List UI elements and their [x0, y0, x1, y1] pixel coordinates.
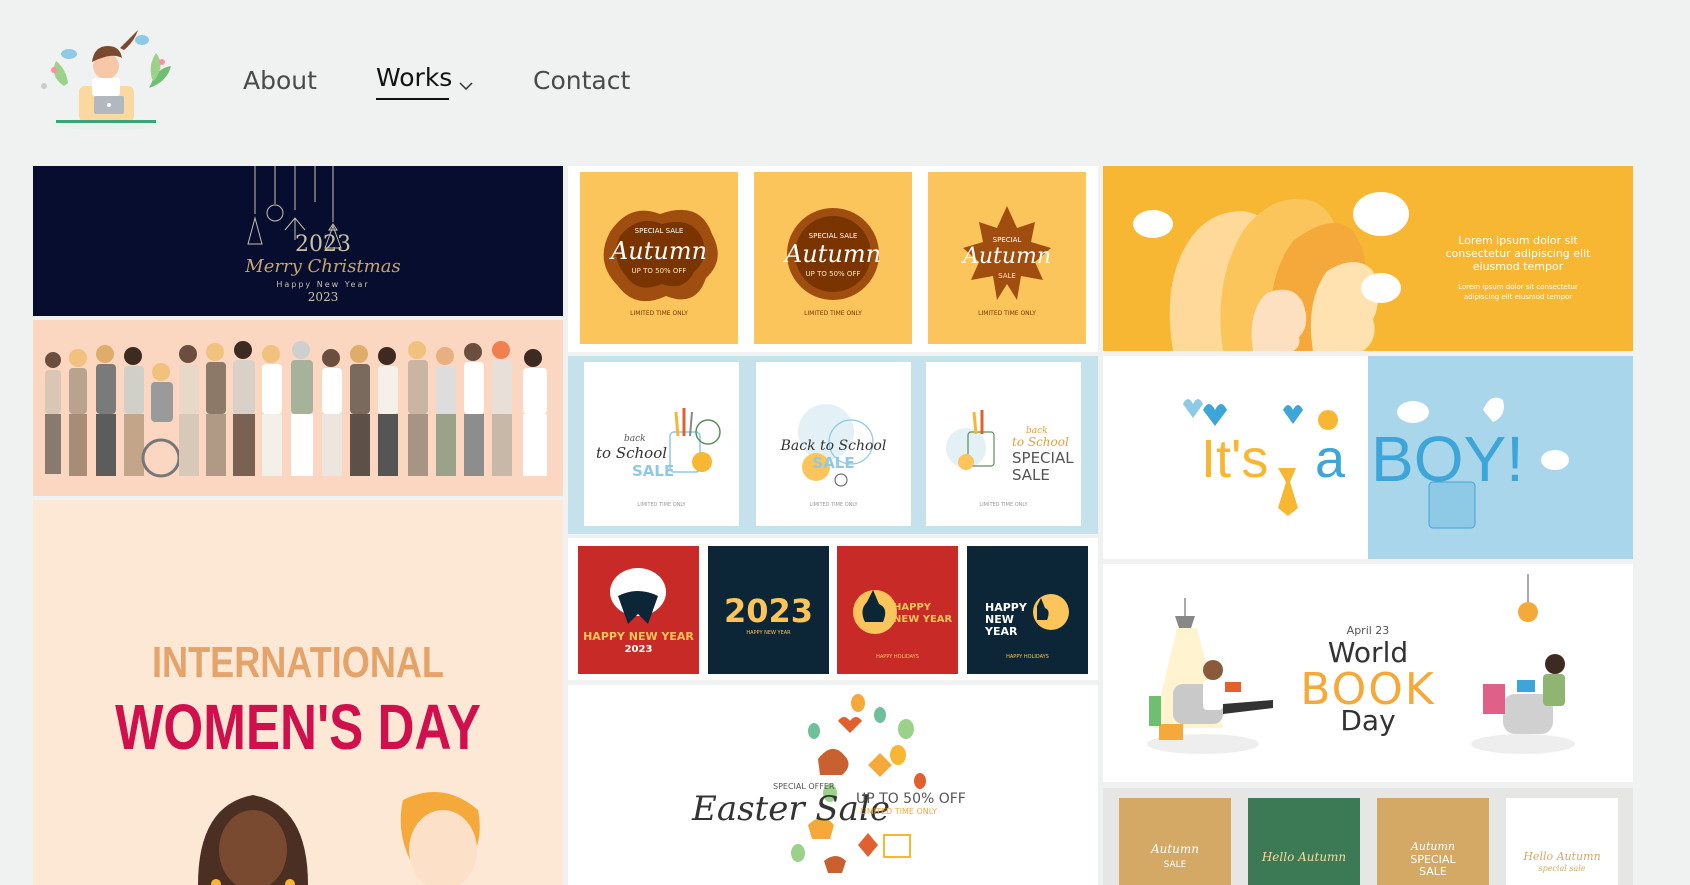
autumn-card-1: SPECIAL SALE Autumn UP TO 50% OFF LIMITE…	[580, 172, 738, 344]
boy-its: It's	[1201, 429, 1269, 489]
autumn2-card-2: Hello Autumn	[1248, 798, 1360, 885]
work-back-to-school[interactable]: back to School SALE LIMITED TIME ONLY Ba…	[568, 356, 1098, 534]
work-its-a-boy[interactable]: It's a BOY!	[1103, 356, 1633, 559]
lorem-heading: Lorem ipsum dolor sit consectetur adipis…	[1445, 234, 1591, 273]
autumn-2-footer: LIMITED TIME ONLY	[804, 310, 862, 317]
autumn-2-title: Autumn	[784, 240, 882, 268]
boy-boy: BOY!	[1371, 423, 1524, 495]
autumn2-4-title: Hello Autumn	[1523, 850, 1601, 863]
autumn-1-footer: LIMITED TIME ONLY	[630, 310, 688, 317]
autumn2-1-sub: SALE	[1163, 860, 1187, 870]
book-word3: Day	[1340, 704, 1396, 737]
christmas-year-small: 2023	[307, 290, 339, 304]
women-faces-illustration-icon	[198, 792, 480, 885]
autumn2-3-sub: SPECIAL SALE	[1410, 853, 1456, 878]
lorem-body: Lorem ipsum dolor sit consectetur adipis…	[1458, 283, 1578, 301]
christmas-title: Merry Christmas	[245, 256, 401, 277]
work-diverse-people[interactable]	[33, 320, 563, 496]
site-header: About Works Contact	[0, 0, 1690, 150]
autumn-1-offer: UP TO 50% OFF	[631, 267, 687, 275]
easter-limited: LIMITED TIME ONLY	[860, 807, 938, 816]
autumn-3-offer: SALE	[998, 272, 1016, 280]
newyear-4-sub: HAPPY HOLIDAYS	[1006, 654, 1049, 660]
work-autumn-set-2[interactable]: Autumn SALE Hello Autumn Autumn SPECIAL …	[1103, 788, 1633, 885]
nav-about[interactable]: About	[243, 66, 317, 95]
school-2-footer: LIMITED TIME ONLY	[809, 502, 858, 508]
autumn-1-title: Autumn	[610, 237, 708, 265]
people-group-illustration-icon	[45, 341, 547, 478]
autumn-card-2: SPECIAL SALE Autumn UP TO 50% OFF LIMITE…	[754, 172, 912, 344]
autumn-card-3: SPECIAL Autumn SALE LIMITED TIME ONLY	[928, 172, 1086, 344]
boy-balloons-icon	[1183, 397, 1569, 529]
work-world-book-day[interactable]: April 23 World BOOK Day	[1103, 564, 1633, 782]
school-1-line2: to School	[596, 444, 668, 462]
newyear-3-sub: HAPPY HOLIDAYS	[876, 654, 919, 660]
autumn2-3-title: Autumn	[1410, 840, 1456, 853]
autumn2-card-4: Hello Autumn special sale	[1506, 798, 1618, 885]
easter-offer: UP TO 50% OFF	[856, 791, 966, 807]
newyear-2-sub: HAPPY NEW YEAR	[746, 630, 791, 636]
school-1-footer: LIMITED TIME ONLY	[637, 502, 686, 508]
school-2-sale: SALE	[812, 454, 855, 472]
chevron-down-icon[interactable]	[459, 76, 473, 95]
autumn2-card-3: Autumn SPECIAL SALE	[1377, 798, 1489, 885]
autumn-1-special: SPECIAL SALE	[634, 227, 684, 235]
christmas-subtitle: Happy New Year	[276, 280, 370, 289]
boy-a: a	[1315, 429, 1346, 489]
newyear-card-4: HAPPY NEW YEAR HAPPY HOLIDAYS	[967, 546, 1088, 674]
newyear-1-year: 2023	[624, 644, 653, 655]
nav-active-underline	[376, 98, 449, 100]
logo-illustration-icon	[41, 30, 171, 130]
school-1-line3: SALE	[632, 462, 675, 480]
school-3-footer: LIMITED TIME ONLY	[979, 502, 1028, 508]
christmas-year: 2023	[295, 232, 351, 257]
newyear-1-title: HAPPY NEW YEAR	[583, 630, 694, 643]
newyear-2-year: 2023	[723, 592, 814, 630]
nav-contact[interactable]: Contact	[533, 66, 630, 95]
autumn2-card-1: Autumn SALE	[1119, 798, 1231, 885]
school-3-line3: SPECIAL SALE	[1012, 449, 1074, 484]
autumn-3-title: Autumn	[962, 244, 1052, 269]
work-profiles-yellow[interactable]: Lorem ipsum dolor sit consectetur adipis…	[1103, 166, 1633, 351]
school-card-2: Back to School SALE LIMITED TIME ONLY	[756, 362, 911, 526]
newyear-card-1: HAPPY NEW YEAR 2023	[578, 546, 699, 674]
school-card-1: back to School SALE LIMITED TIME ONLY	[584, 362, 739, 526]
logo[interactable]	[34, 26, 179, 132]
autumn-3-special: SPECIAL	[992, 236, 1022, 244]
newyear-4-title: HAPPY NEW YEAR	[985, 601, 1027, 638]
autumn-3-footer: LIMITED TIME ONLY	[978, 310, 1036, 317]
school-2-title: Back to School	[780, 438, 887, 454]
newyear-card-3: HAPPY NEW YEAR HAPPY HOLIDAYS	[837, 546, 958, 674]
nav-works[interactable]: Works	[376, 63, 452, 92]
newyear-card-2: 2023 HAPPY NEW YEAR	[708, 546, 829, 674]
work-womens-day[interactable]: INTERNATIONAL WOMEN'S DAY	[33, 500, 563, 885]
school-card-3: back to School SPECIAL SALE LIMITED TIME…	[926, 362, 1081, 526]
work-new-year-set[interactable]: HAPPY NEW YEAR 2023 2023 HAPPY NEW YEAR …	[568, 538, 1098, 680]
work-autumn-set[interactable]: SPECIAL SALE Autumn UP TO 50% OFF LIMITE…	[568, 166, 1098, 352]
autumn2-4-sub: special sale	[1538, 864, 1586, 873]
autumn2-2-title: Hello Autumn	[1261, 850, 1347, 864]
school-1-line1: back	[624, 434, 646, 444]
newyear-3-title: HAPPY NEW YEAR	[893, 602, 953, 625]
autumn-2-offer: UP TO 50% OFF	[805, 270, 861, 278]
autumn-2-special: SPECIAL SALE	[808, 232, 858, 240]
work-easter-sale[interactable]: SPECIAL OFFER Easter Sale UP TO 50% OFF …	[568, 685, 1098, 885]
school-3-line2: to School	[1012, 435, 1069, 449]
work-christmas[interactable]: 2023 Merry Christmas Happy New Year 2023	[33, 166, 563, 316]
autumn2-1-title: Autumn	[1150, 842, 1200, 856]
